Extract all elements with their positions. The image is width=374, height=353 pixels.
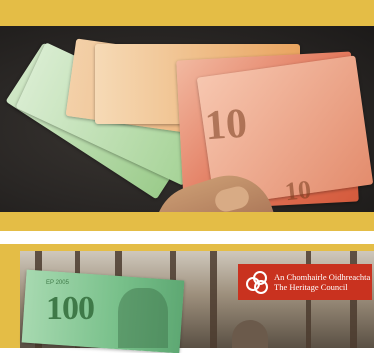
person [232, 320, 268, 348]
heritage-council-logo: An Chomhairle Oidhreachta The Heritage C… [238, 264, 372, 300]
euro-banknotes-photo[interactable]: 10 10 [0, 26, 374, 212]
banknote-number: 10 [283, 174, 313, 207]
banknote-value: 100 [46, 290, 95, 327]
heritage-council-logo-icon [246, 271, 268, 294]
banknote-number: 10 [203, 100, 249, 150]
banknote-serial: EP 2005 [46, 280, 69, 286]
deer-illustration [118, 288, 168, 348]
logo-line-irish: An Chomhairle Oidhreachta [274, 272, 371, 282]
tree-trunk [210, 251, 217, 348]
logo-line-english: The Heritage Council [274, 282, 348, 292]
